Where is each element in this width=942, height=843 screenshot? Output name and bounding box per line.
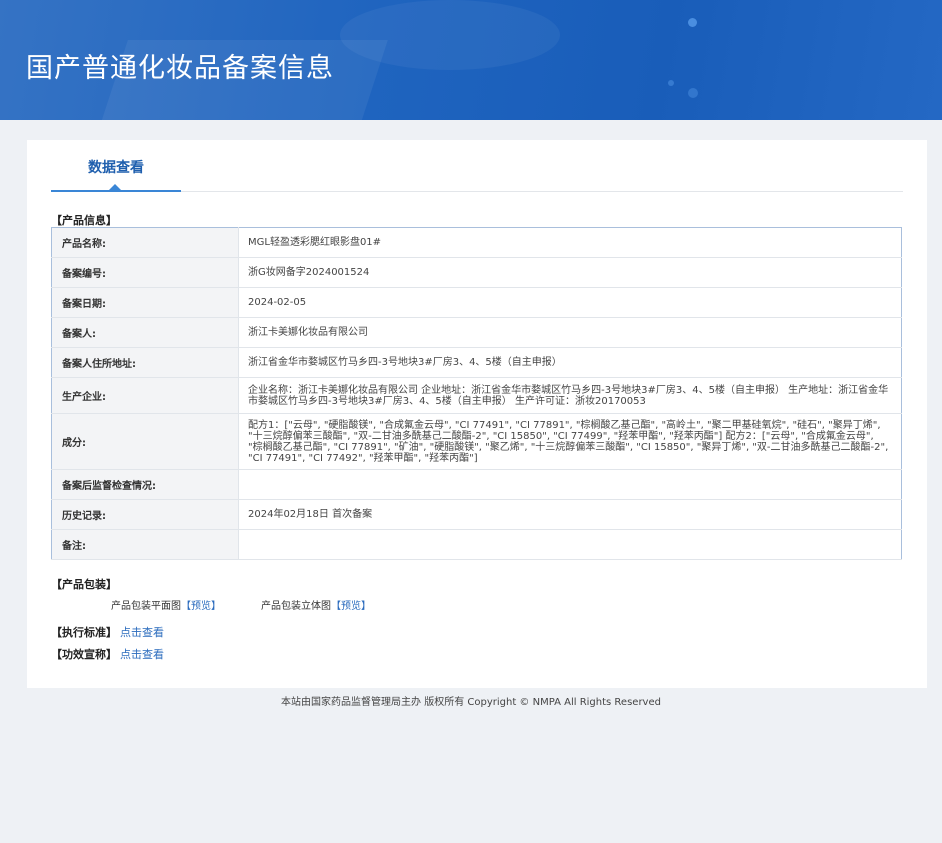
footer-copyright: 本站由国家药品监督管理局主办 版权所有 Copyright © NMPA All… — [281, 697, 661, 708]
tab-bar: 数据查看 — [51, 140, 903, 192]
packaging-section-label: 【产品包装】 — [51, 578, 117, 591]
table-row: 生产企业: 企业名称：浙江卡美娜化妆品有限公司 企业地址：浙江省金华市婺城区竹马… — [51, 377, 902, 414]
efficacy-label: 【功效宣称】 — [51, 648, 117, 661]
row-key: 备注: — [51, 529, 239, 560]
product-info-table: 产品名称: MGL轻盈透彩腮红眼影盘01# 备案编号: 浙G妆网备字202400… — [51, 227, 902, 560]
packaging-solid-preview-link[interactable]: 【预览】 — [331, 601, 371, 612]
table-row: 备案编号: 浙G妆网备字2024001524 — [51, 257, 902, 288]
row-value: 2024-02-05 — [238, 287, 902, 318]
table-row: 成分: 配方1：["云母", "硬脂酸镁", "合成氟金云母", "CI 774… — [51, 413, 902, 470]
standard-row: 【执行标准】 点击查看 — [51, 624, 164, 640]
row-key: 备案日期: — [51, 287, 239, 318]
row-value — [238, 529, 902, 560]
row-key: 备案人住所地址: — [51, 347, 239, 378]
row-value: MGL轻盈透彩腮红眼影盘01# — [238, 227, 902, 258]
banner-decoration — [340, 0, 560, 70]
standard-label: 【执行标准】 — [51, 626, 117, 639]
product-info-section-label: 【产品信息】 — [51, 214, 117, 227]
table-row: 备案后监督检查情况: — [51, 469, 902, 500]
row-key: 生产企业: — [51, 377, 239, 414]
row-key: 备案后监督检查情况: — [51, 469, 239, 500]
banner-decoration — [688, 18, 697, 27]
packaging-solid-label: 产品包装立体图 — [261, 601, 331, 612]
row-key: 成分: — [51, 413, 239, 470]
table-row: 备案日期: 2024-02-05 — [51, 287, 902, 318]
table-row: 备案人住所地址: 浙江省金华市婺城区竹马乡四-3号地块3#厂房3、4、5楼（自主… — [51, 347, 902, 378]
table-row: 备注: — [51, 529, 902, 560]
banner-decoration — [668, 80, 674, 86]
header-banner: 国产普通化妆品备案信息 — [0, 0, 942, 120]
row-key: 备案编号: — [51, 257, 239, 288]
table-row: 备案人: 浙江卡美娜化妆品有限公司 — [51, 317, 902, 348]
row-value: 浙江卡美娜化妆品有限公司 — [238, 317, 902, 348]
efficacy-row: 【功效宣称】 点击查看 — [51, 646, 164, 662]
row-key: 备案人: — [51, 317, 239, 348]
row-value: 浙G妆网备字2024001524 — [238, 257, 902, 288]
row-value: 浙江省金华市婺城区竹马乡四-3号地块3#厂房3、4、5楼（自主申报） — [238, 347, 902, 378]
packaging-flat-item: 产品包装平面图【预览】 — [111, 597, 221, 612]
row-key: 产品名称: — [51, 227, 239, 258]
row-value: 2024年02月18日 首次备案 — [238, 499, 902, 530]
row-value: 企业名称：浙江卡美娜化妆品有限公司 企业地址：浙江省金华市婺城区竹马乡四-3号地… — [238, 377, 902, 414]
banner-decoration — [688, 88, 698, 98]
packaging-solid-item: 产品包装立体图【预览】 — [261, 597, 371, 612]
table-row: 历史记录: 2024年02月18日 首次备案 — [51, 499, 902, 530]
packaging-flat-label: 产品包装平面图 — [111, 601, 181, 612]
page-title: 国产普通化妆品备案信息 — [26, 53, 334, 84]
main-card: 数据查看 【产品信息】 产品名称: MGL轻盈透彩腮红眼影盘01# 备案编号: … — [27, 140, 927, 688]
packaging-flat-preview-link[interactable]: 【预览】 — [181, 601, 221, 612]
standard-view-link[interactable]: 点击查看 — [120, 626, 164, 639]
row-value — [238, 469, 902, 500]
efficacy-view-link[interactable]: 点击查看 — [120, 648, 164, 661]
tab-active-indicator — [109, 184, 121, 190]
row-value: 配方1：["云母", "硬脂酸镁", "合成氟金云母", "CI 77491",… — [238, 413, 902, 470]
row-key: 历史记录: — [51, 499, 239, 530]
table-row: 产品名称: MGL轻盈透彩腮红眼影盘01# — [51, 227, 902, 258]
